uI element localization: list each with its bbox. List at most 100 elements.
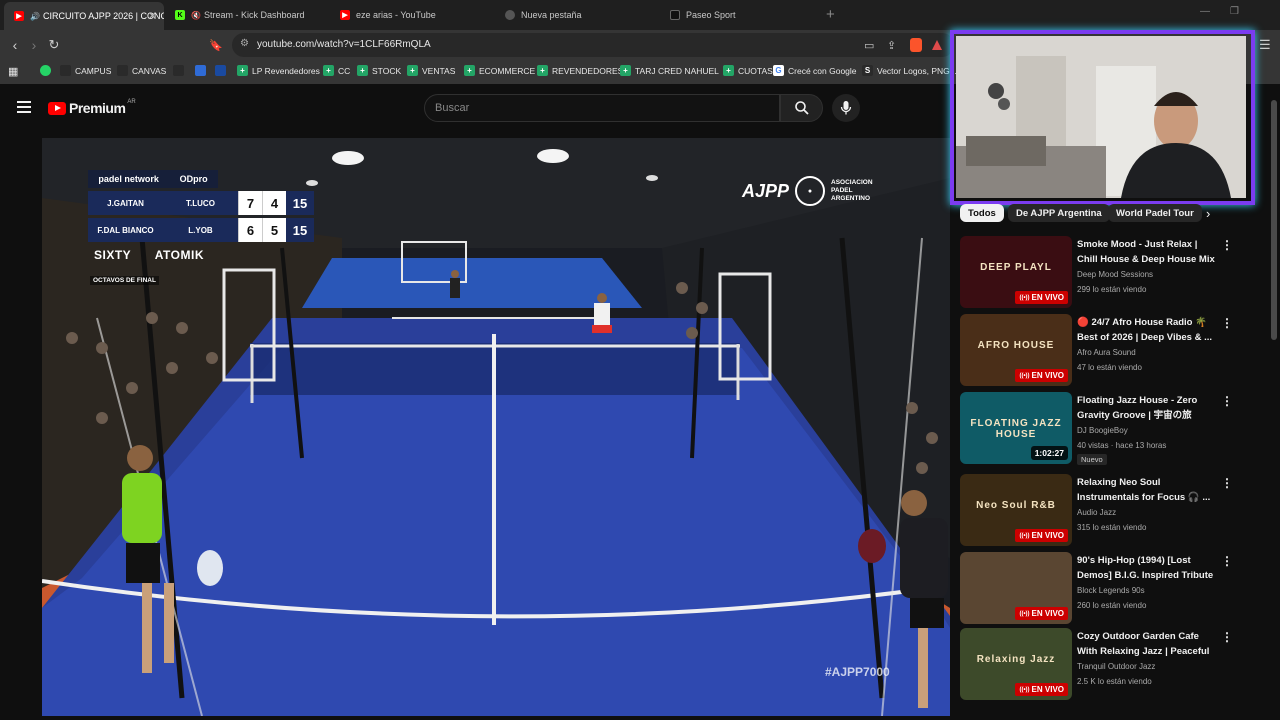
microphone-icon bbox=[840, 101, 852, 115]
bookmark-item[interactable]: CAMPUS bbox=[60, 65, 111, 76]
back-icon[interactable]: ‹ bbox=[6, 36, 24, 54]
hashtag-watermark: #AJPP7000 bbox=[825, 665, 890, 679]
muted-icon: 🔇 bbox=[191, 10, 201, 20]
live-badge: ((•)) EN VIVO bbox=[1015, 369, 1068, 382]
bookmark-item[interactable]: + CUOTAS bbox=[723, 65, 773, 76]
video-thumbnail[interactable]: ((•)) EN VIVO bbox=[960, 552, 1072, 624]
youtube-logo[interactable]: Premium AR bbox=[48, 99, 136, 116]
badge-text: EN VIVO bbox=[1031, 609, 1064, 618]
recommendation-item[interactable]: Neo Soul R&B ((•)) EN VIVO Relaxing Neo Sou… bbox=[960, 474, 1260, 548]
bookmark-label: Crecé con Google bbox=[788, 65, 857, 76]
round-label: OCTAVOS DE FINAL bbox=[90, 276, 159, 285]
bookmark-label: TARJ CRED NAHUEL bbox=[635, 65, 719, 76]
video-thumbnail[interactable]: Relaxing Jazz ((•)) EN VIVO bbox=[960, 628, 1072, 700]
bookmark-item[interactable]: + ECOMMERCE bbox=[464, 65, 535, 76]
paseo-icon bbox=[670, 10, 680, 20]
tab-active[interactable]: ▶ 🔊 CIRCUITO AJPP 2026 | CONC ✕ bbox=[4, 2, 164, 30]
bookmark-page-icon[interactable]: 🔖 bbox=[207, 36, 225, 54]
channel-name: Afro Aura Sound bbox=[1077, 348, 1136, 357]
video-thumbnail[interactable]: Neo Soul R&B ((•)) EN VIVO bbox=[960, 474, 1072, 546]
video-thumbnail[interactable]: DEEP PLAYL ((•)) EN VIVO bbox=[960, 236, 1072, 308]
bookmark-label: Vector Logos, PNG I... bbox=[877, 65, 962, 76]
cast-icon[interactable]: ▭ bbox=[864, 39, 874, 52]
team2-set1: 6 bbox=[238, 218, 262, 242]
search-input[interactable]: Buscar bbox=[424, 94, 780, 122]
tab-new[interactable]: Nueva pestaña bbox=[495, 4, 660, 26]
maximize-icon[interactable]: ❐ bbox=[1230, 6, 1239, 17]
bookmark-item[interactable] bbox=[195, 65, 210, 76]
tab-eze-arias[interactable]: ▶ eze arias - YouTube bbox=[330, 4, 495, 26]
bookmark-label: CANVAS bbox=[132, 65, 167, 76]
chip-todos[interactable]: Todos bbox=[960, 204, 1004, 222]
bookmark-label: CUOTAS bbox=[738, 65, 773, 76]
video-player[interactable]: padel network ODpro J.GAITAN T.LUCO 7 4 … bbox=[42, 138, 950, 716]
bookmark-item[interactable]: + STOCK bbox=[357, 65, 401, 76]
video-meta: 2.5 K lo están viendo bbox=[1077, 677, 1152, 686]
site-info-icon[interactable]: ⚙ bbox=[240, 38, 249, 49]
more-options-icon[interactable]: ⋮ bbox=[1221, 630, 1233, 644]
more-options-icon[interactable]: ⋮ bbox=[1221, 238, 1233, 252]
new-tab-icon[interactable]: + bbox=[826, 6, 835, 23]
tab-title: Paseo Sport bbox=[686, 10, 736, 20]
bookmark-item[interactable] bbox=[215, 65, 230, 76]
new-badge: Nuevo bbox=[1077, 454, 1107, 465]
minimize-icon[interactable]: — bbox=[1200, 6, 1210, 17]
recommendation-item[interactable]: DEEP PLAYL ((•)) EN VIVO Smoke Mood - Just … bbox=[960, 236, 1260, 310]
recommendation-item[interactable]: FLOATING JAZZ HOUSE 1:02:27 Floating Jazz … bbox=[960, 392, 1260, 466]
video-thumbnail[interactable]: AFRO HOUSE ((•)) EN VIVO bbox=[960, 314, 1072, 386]
bookmark-item[interactable]: + TARJ CRED NAHUEL bbox=[620, 65, 719, 76]
premium-label: Premium bbox=[69, 100, 126, 116]
tab-kick[interactable]: K 🔇 Stream - Kick Dashboard bbox=[165, 4, 330, 26]
video-meta: 40 vistas · hace 13 horas bbox=[1077, 441, 1167, 450]
voice-search-button[interactable] bbox=[832, 94, 860, 122]
brave-shield-icon[interactable] bbox=[910, 38, 922, 52]
thumbnail-text: FLOATING JAZZ HOUSE bbox=[970, 418, 1062, 440]
more-options-icon[interactable]: ⋮ bbox=[1221, 476, 1233, 490]
bookmark-item[interactable]: G Crecé con Google bbox=[773, 65, 857, 76]
channel-name: Block Legends 90s bbox=[1077, 586, 1145, 595]
recommendation-item[interactable]: AFRO HOUSE ((•)) EN VIVO 🔴 24/7 Afro House … bbox=[960, 314, 1260, 388]
thumbnail-text: Relaxing Jazz bbox=[976, 654, 1056, 665]
assoc-line-2: PADEL bbox=[831, 187, 853, 194]
page-scrollbar[interactable] bbox=[1271, 100, 1277, 340]
whatsapp-icon bbox=[40, 65, 51, 76]
address-bar[interactable]: ⚙ youtube.com/watch?v=1CLF66RmQLA ▭ ⇪ bbox=[232, 33, 954, 57]
tab-paseo[interactable]: Paseo Sport bbox=[660, 4, 820, 26]
recommendation-item[interactable]: ((•)) EN VIVO 90's Hip-Hop (1994) [Lost De… bbox=[960, 552, 1260, 626]
bookmark-item[interactable]: + CC bbox=[323, 65, 350, 76]
more-options-icon[interactable]: ⋮ bbox=[1221, 316, 1233, 330]
forward-icon[interactable]: › bbox=[25, 36, 43, 54]
reload-icon[interactable]: ↻ bbox=[45, 36, 63, 54]
team1-set1: 7 bbox=[238, 191, 262, 215]
bookmark-label: ECOMMERCE bbox=[479, 65, 536, 76]
chip-de-ajpp[interactable]: De AJPP Argentina bbox=[1008, 204, 1110, 222]
apps-icon[interactable]: ▦ bbox=[8, 65, 18, 78]
bookmark-label: VENTAS bbox=[422, 65, 456, 76]
team2-set2: 5 bbox=[262, 218, 286, 242]
close-icon[interactable]: ✕ bbox=[148, 10, 157, 23]
bookmark-item[interactable]: S Vector Logos, PNG I... bbox=[862, 65, 962, 76]
team1-player1: J.GAITAN bbox=[107, 198, 144, 208]
chip-world-padel-tour[interactable]: World Padel Tour bbox=[1108, 204, 1202, 222]
bookmark-item[interactable]: + LP Revendedores bbox=[237, 65, 320, 76]
tab-title: Nueva pestaña bbox=[521, 10, 582, 20]
menu-icon[interactable]: ☰ bbox=[1259, 37, 1271, 53]
bookmark-item[interactable] bbox=[40, 65, 55, 76]
video-thumbnail[interactable]: FLOATING JAZZ HOUSE 1:02:27 bbox=[960, 392, 1072, 464]
video-title: Floating Jazz House - Zero Gravity Groov… bbox=[1077, 395, 1198, 421]
more-options-icon[interactable]: ⋮ bbox=[1221, 554, 1233, 568]
bookmark-item[interactable] bbox=[173, 65, 188, 76]
canvas-icon bbox=[117, 65, 128, 76]
bookmark-item[interactable]: + REVENDEDORES bbox=[537, 65, 623, 76]
rewards-icon[interactable] bbox=[932, 40, 942, 50]
hamburger-menu-icon[interactable] bbox=[17, 101, 31, 113]
bookmark-item[interactable]: CANVAS bbox=[117, 65, 166, 76]
chevron-right-icon[interactable]: › bbox=[1206, 206, 1210, 221]
recommendation-item[interactable]: Relaxing Jazz ((•)) EN VIVO Cozy Outdoor Ga… bbox=[960, 628, 1260, 702]
search-button[interactable] bbox=[780, 94, 823, 122]
filter-chips: Todos De AJPP Argentina World Padel Tour… bbox=[960, 204, 1260, 226]
bookmark-item[interactable]: + VENTAS bbox=[407, 65, 455, 76]
sponsors: SIXTY ATOMIK bbox=[94, 248, 204, 262]
share-icon[interactable]: ⇪ bbox=[887, 39, 896, 52]
more-options-icon[interactable]: ⋮ bbox=[1221, 394, 1233, 408]
